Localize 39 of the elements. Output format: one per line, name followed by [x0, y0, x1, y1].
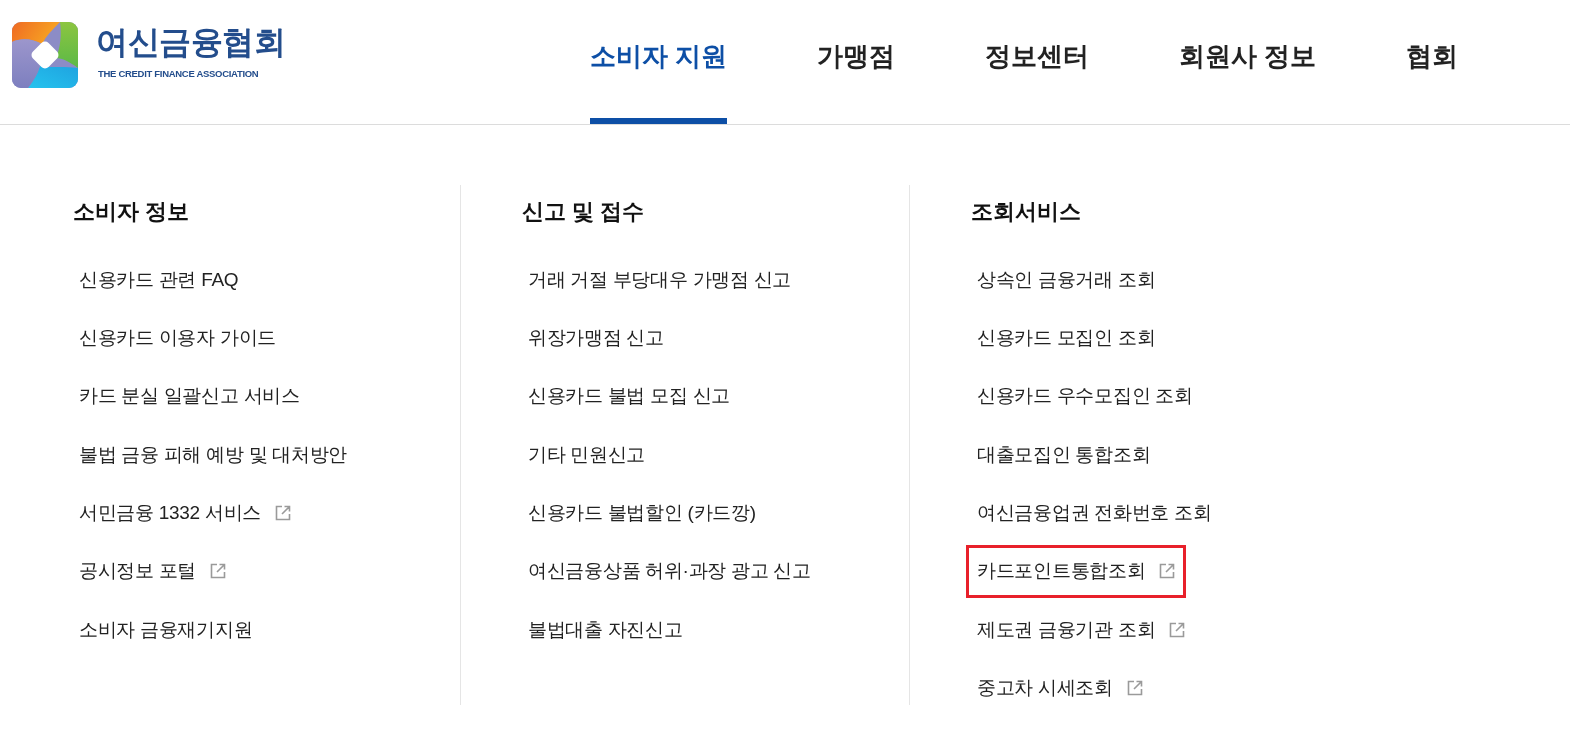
- nav-tab[interactable]: 정보센터: [985, 0, 1090, 124]
- menu-link[interactable]: 신용카드 우수모집인 조회: [966, 369, 1204, 423]
- menu-link[interactable]: 여신금융상품 허위·과장 광고 신고: [517, 544, 822, 598]
- external-link-icon: [1169, 621, 1186, 638]
- menu-link[interactable]: 신용카드 모집인 조회: [966, 311, 1167, 365]
- menu-link[interactable]: 카드 분실 일괄신고 서비스: [68, 369, 311, 423]
- nav-tab[interactable]: 가맹점: [817, 0, 896, 124]
- nav-tab[interactable]: 소비자 지원: [590, 0, 728, 124]
- menu-link[interactable]: 위장가맹점 신고: [517, 311, 675, 365]
- menu-link[interactable]: 불법 금융 피해 예방 및 대처방안: [68, 428, 358, 482]
- external-link-icon: [1159, 563, 1176, 580]
- menu-link[interactable]: 서민금융 1332 서비스: [68, 486, 302, 540]
- nav-tab[interactable]: 협회: [1406, 0, 1459, 124]
- menu-link[interactable]: 카드포인트통합조회: [966, 544, 1187, 598]
- logo-link[interactable]: 여신금융협회 THE CREDIT FINANCE ASSOCIATION: [12, 0, 285, 88]
- menu-heading: 신고 및 접수: [522, 198, 646, 226]
- logo-icon: [12, 22, 78, 88]
- logo-name: 여신금융협회: [96, 24, 285, 60]
- menu-link[interactable]: 신용카드 이용자 가이드: [68, 311, 287, 365]
- external-link-icon: [1126, 680, 1143, 697]
- menu-link[interactable]: 공시정보 포털: [68, 544, 238, 598]
- menu-heading: 조회서비스: [971, 198, 1082, 226]
- menu-link[interactable]: 제도권 금융기관 조회: [966, 603, 1197, 657]
- menu-link[interactable]: 상속인 금융거래 조회: [966, 253, 1167, 306]
- nav-tab[interactable]: 회원사 정보: [1179, 0, 1317, 124]
- menu-link[interactable]: 신용카드 불법할인 (카드깡): [517, 486, 767, 540]
- menu-link[interactable]: 신용카드 관련 FAQ: [68, 253, 250, 306]
- menu-link[interactable]: 중고차 시세조회: [966, 661, 1154, 715]
- menu-link[interactable]: 거래 거절 부당대우 가맹점 신고: [517, 253, 802, 306]
- external-link-icon: [274, 505, 291, 522]
- menu-link[interactable]: 여신금융업권 전화번호 조회: [966, 486, 1223, 540]
- logo-tagline: THE CREDIT FINANCE ASSOCIATION: [98, 68, 260, 79]
- menu-link[interactable]: 기타 민원신고: [517, 428, 657, 482]
- menu-link[interactable]: 신용카드 불법 모집 신고: [517, 369, 741, 423]
- menu-link[interactable]: 소비자 금융재기지원: [68, 603, 264, 657]
- menu-link[interactable]: 대출모집인 통합조회: [966, 428, 1162, 482]
- external-link-icon: [210, 563, 227, 580]
- menu-link[interactable]: 불법대출 자진신고: [517, 603, 694, 657]
- menu-heading: 소비자 정보: [73, 198, 191, 226]
